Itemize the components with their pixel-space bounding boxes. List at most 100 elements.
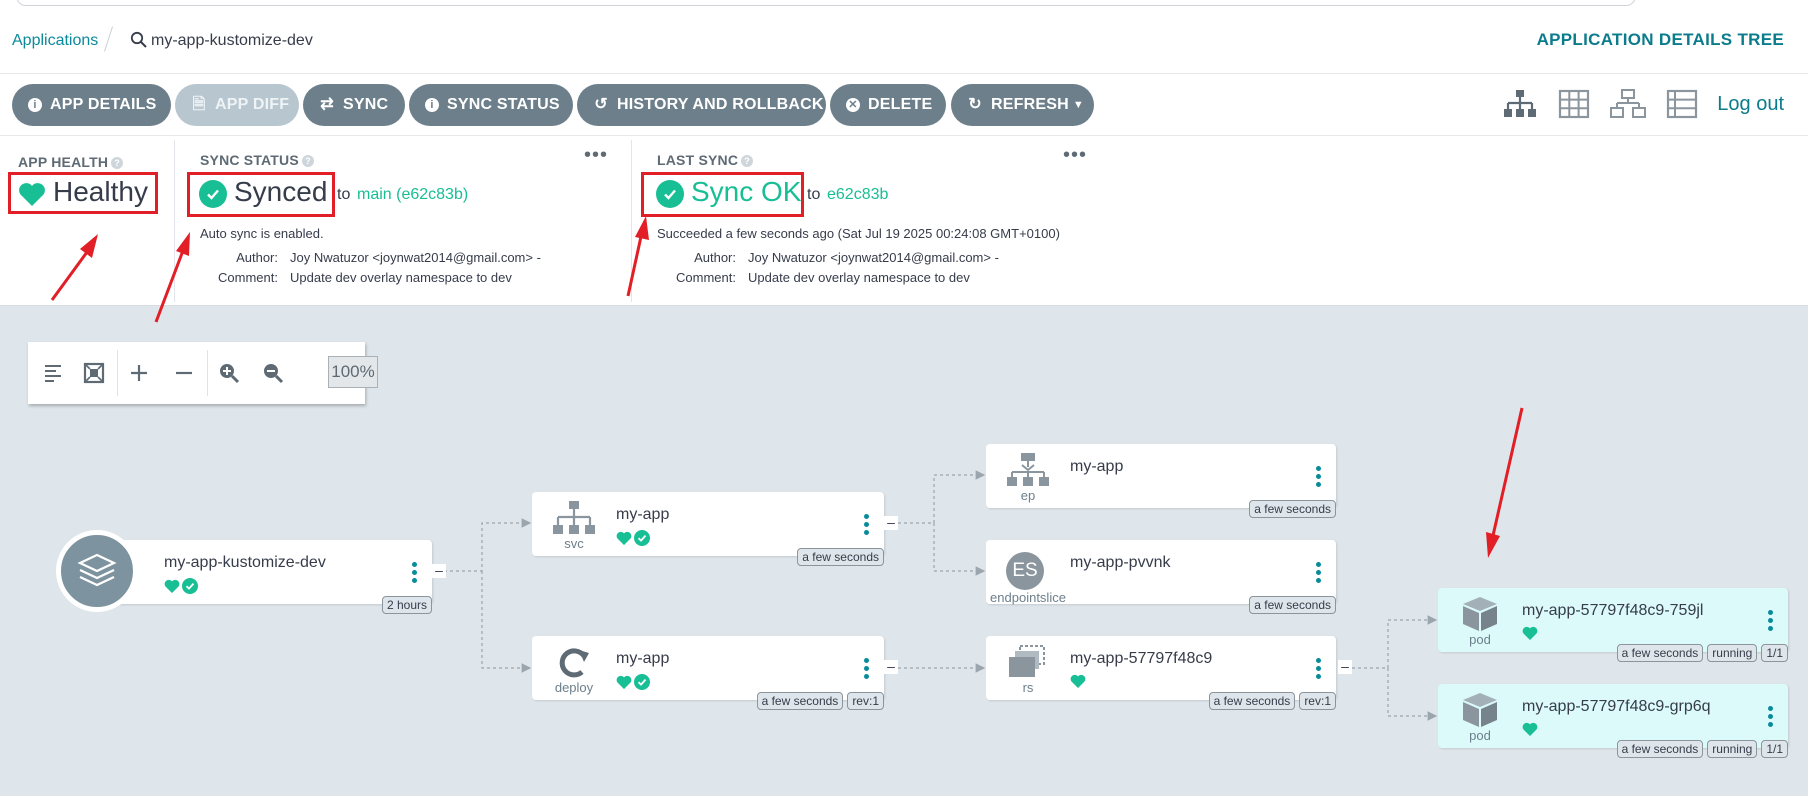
collapse-all-icon[interactable] <box>169 358 199 388</box>
last-sync-revision-link[interactable]: e62c83b <box>827 186 888 204</box>
view-switcher: Log out <box>1485 88 1784 120</box>
chevron-down-icon: ▼ <box>1072 99 1084 111</box>
kind-label: pod <box>1469 632 1491 647</box>
health-sync-status <box>616 674 650 690</box>
health-status <box>1522 722 1540 737</box>
address-bar[interactable] <box>16 0 1636 6</box>
more-options-icon[interactable]: ••• <box>584 144 608 167</box>
health-status <box>1522 626 1540 641</box>
app-layers-icon <box>56 530 138 612</box>
kind-label: rs <box>1022 680 1034 695</box>
network-view-icon[interactable] <box>1609 88 1647 120</box>
history-and-rollback-button[interactable]: ↺ HISTORY AND ROLLBACK <box>577 84 826 126</box>
list-view-icon[interactable] <box>1663 88 1701 120</box>
node-name: my-app <box>616 650 670 667</box>
last-sync-section-label: LAST SYNC? <box>657 152 754 168</box>
zoom-in-icon[interactable] <box>214 358 244 388</box>
heart-icon <box>616 675 632 689</box>
ep-node[interactable]: ep my-app a few seconds <box>986 444 1336 518</box>
endpointslice-node[interactable]: ES endpointslice my-app-pvvnk a few seco… <box>986 540 1336 614</box>
heart-icon <box>1070 674 1086 688</box>
collapse-toggle[interactable]: – <box>432 563 446 578</box>
delete-button[interactable]: ✕ DELETE <box>830 84 946 126</box>
page-title: APPLICATION DETAILS TREE <box>1536 30 1784 49</box>
search-icon[interactable] <box>130 31 148 49</box>
pods-view-icon[interactable] <box>1555 88 1593 120</box>
zoom-level[interactable]: 100% <box>328 356 378 388</box>
heart-icon <box>1522 626 1538 640</box>
fit-to-screen-icon[interactable] <box>79 358 109 388</box>
node-menu-icon[interactable] <box>1316 466 1321 490</box>
more-options-icon[interactable]: ••• <box>1063 144 1087 167</box>
app-details-button[interactable]: i APP DETAILS <box>12 84 171 126</box>
history-label: HISTORY AND ROLLBACK <box>617 96 824 113</box>
auto-sync-text: Auto sync is enabled. <box>200 226 324 241</box>
refresh-icon: ↻ <box>968 96 982 113</box>
ready-count-badge: 1/1 <box>1761 644 1788 662</box>
node-tags: 2 hours <box>378 596 432 614</box>
check-circle-icon <box>656 180 684 208</box>
breadcrumb-applications-link[interactable]: Applications <box>12 32 98 50</box>
pod-node[interactable]: pod my-app-57797f48c9-grp6q a few second… <box>1438 684 1788 758</box>
help-icon[interactable]: ? <box>111 157 124 169</box>
last-sync-succeeded-text: Succeeded a few seconds ago (Sat Jul 19 … <box>657 226 1060 241</box>
node-tags: a few seconds <box>1245 500 1336 518</box>
app-root-node[interactable]: my-app-kustomize-dev 2 hours <box>96 540 432 614</box>
node-tags: a few seconds <box>1245 596 1336 614</box>
svc-node[interactable]: svc my-app a few seconds <box>532 492 884 566</box>
sync-revision-link[interactable]: main (e62c83b) <box>357 186 468 204</box>
node-menu-icon[interactable] <box>412 562 417 586</box>
sync-status-button[interactable]: i SYNC STATUS <box>409 84 573 126</box>
app-details-label: APP DETAILS <box>50 96 157 113</box>
node-menu-icon[interactable] <box>864 514 869 538</box>
browser-strip <box>0 0 1808 10</box>
pod-state-badge: running <box>1707 644 1758 662</box>
history-icon: ↺ <box>594 96 608 113</box>
node-tags: a few seconds <box>793 548 884 566</box>
node-menu-icon[interactable] <box>1316 658 1321 682</box>
breadcrumb: Applications my-app-kustomize-dev APPLIC… <box>0 10 1808 74</box>
heart-icon <box>616 531 632 545</box>
file-diff-icon: 🗎 <box>192 96 206 113</box>
rs-node[interactable]: rs my-app-57797f48c9 a few seconds rev:1 <box>986 636 1336 710</box>
health-sync-status <box>616 530 650 546</box>
pod-node[interactable]: pod my-app-57797f48c9-759jl a few second… <box>1438 588 1788 662</box>
check-circle-icon <box>199 180 227 208</box>
refresh-label: REFRESH <box>991 96 1069 113</box>
app-diff-button[interactable]: 🗎 APP DIFF <box>175 84 299 126</box>
breadcrumb-separator <box>104 26 113 52</box>
sync-status-section-text: SYNC STATUS <box>200 152 299 168</box>
node-menu-icon[interactable] <box>1768 706 1773 730</box>
node-menu-icon[interactable] <box>1316 562 1321 586</box>
node-tags: a few seconds running 1/1 <box>1613 644 1788 662</box>
deploy-node[interactable]: deploy my-app a few seconds rev:1 <box>532 636 884 710</box>
refresh-button[interactable]: ↻ REFRESH ▼ <box>951 84 1094 126</box>
collapse-toggle[interactable]: – <box>884 659 898 674</box>
node-name: my-app-57797f48c9-759jl <box>1522 602 1704 619</box>
pod-cube-icon <box>1463 693 1497 727</box>
collapse-toggle[interactable]: – <box>1338 659 1352 674</box>
check-circle-icon <box>182 578 198 594</box>
endpoints-icon <box>1007 453 1049 486</box>
logout-link[interactable]: Log out <box>1717 93 1784 116</box>
heart-icon <box>1522 722 1538 736</box>
help-icon[interactable]: ? <box>741 155 754 167</box>
node-tags: a few seconds running 1/1 <box>1613 740 1788 758</box>
age-badge: a few seconds <box>1208 692 1296 710</box>
node-menu-icon[interactable] <box>1768 610 1773 634</box>
replicaset-icon <box>1009 645 1045 677</box>
node-menu-icon[interactable] <box>864 658 869 682</box>
health-sync-status <box>164 578 198 594</box>
zoom-out-icon[interactable] <box>258 358 288 388</box>
age-badge: a few seconds <box>1249 500 1336 518</box>
tree-view-icon[interactable] <box>1501 88 1539 120</box>
sync-button[interactable]: ⇄ SYNC <box>303 84 405 126</box>
align-left-icon[interactable] <box>39 358 69 388</box>
kind-label: endpointslice <box>990 590 1066 605</box>
action-toolbar: i APP DETAILS 🗎 APP DIFF ⇄ SYNC i SYNC STATU… <box>0 74 1808 136</box>
sync-status-section-label: SYNC STATUS? <box>200 152 314 168</box>
expand-all-icon[interactable] <box>124 358 154 388</box>
collapse-toggle[interactable]: – <box>884 515 898 530</box>
help-icon[interactable]: ? <box>301 155 314 167</box>
breadcrumb-app-name[interactable]: my-app-kustomize-dev <box>151 32 313 50</box>
